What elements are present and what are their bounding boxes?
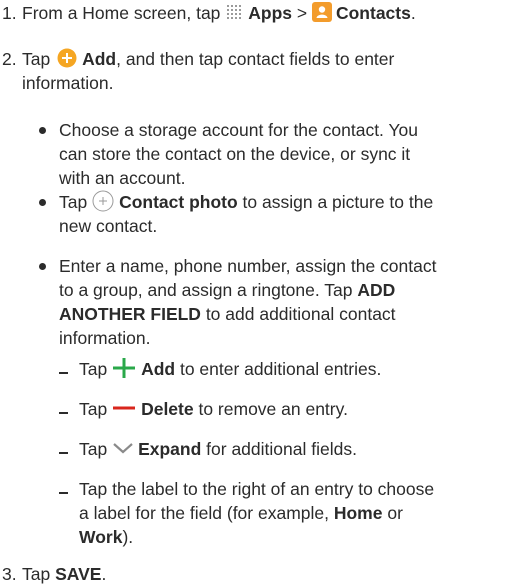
text: From a Home screen, tap [22,3,226,23]
bullet-dot [39,263,46,270]
add-photo-circle-icon [92,190,114,212]
minus-icon [112,398,136,418]
step-number: 2. [2,49,17,69]
text: to enter additional entries. [175,359,382,379]
text: Tap [22,564,56,584]
text: Tap [59,192,93,212]
step-text: From a Home screen, tap Apps > Contacts. [22,1,416,25]
add-keyword: ADD [357,280,396,300]
add-label: Add [141,359,176,379]
text-line: can store the contact on the device, or … [59,144,411,164]
chevron-down-icon [112,439,134,457]
text-line: Choose a storage account for the contact… [59,120,418,140]
home-keyword: Home [333,503,383,523]
plus-icon [112,357,136,379]
dash-marker [59,372,68,374]
text-line: Enter a name, phone number, assign the c… [59,256,437,276]
step-number: 1. [2,3,17,23]
dash-marker [59,452,68,454]
text-line: Tap Delete to remove an entry. [79,397,348,421]
text: Tap [79,399,113,419]
work-keyword: Work [79,527,123,547]
text-line: to a group, and assign a ringtone. Tap A… [59,278,395,302]
dash-marker [59,492,68,494]
step-text: Tap SAVE. [22,562,106,586]
another-field-keyword: ANOTHER FIELD [59,304,201,324]
text: or [382,503,403,523]
expand-label: Expand [138,439,202,459]
text-line: Tap the label to the right of an entry t… [79,479,435,499]
text-line: information. [59,328,151,348]
text: . [410,3,416,23]
text: Tap [79,439,113,459]
contact-photo-label: Contact photo [119,192,238,212]
step-text-line: information. [22,73,114,93]
delete-label: Delete [141,399,194,419]
text: ). [122,527,134,547]
add-circle-icon [57,48,77,68]
dash-marker [59,412,68,414]
text: for additional fields. [201,439,357,459]
text: to assign a picture to the [237,192,434,212]
contacts-app-icon [311,2,332,23]
text: to a group, and assign a ringtone. Tap [59,280,358,300]
text-line: ANOTHER FIELD to add additional contact [59,302,396,326]
text-line: Tap Expand for additional fields. [79,437,357,461]
text: . [101,564,107,584]
text: , and then tap contact fields to enter [116,49,395,69]
text-line: a label for the field (for example, Home… [79,501,403,525]
text-line: Tap Contact photo to assign a picture to… [59,190,433,214]
bullet-dot [39,199,46,206]
text: to add additional contact [200,304,396,324]
text-line: Tap Add to enter additional entries. [79,357,381,381]
instructions-page: 1. From a Home screen, tap Apps > Contac… [0,0,515,586]
text: to remove an entry. [193,399,348,419]
apps-label: Apps [248,3,293,23]
step-text: Tap Add, and then tap contact fields to … [22,47,394,71]
text: a label for the field (for example, [79,503,334,523]
save-keyword: SAVE [55,564,102,584]
text: Tap [22,49,56,69]
text-line: Work). [79,525,133,549]
contacts-label: Contacts [335,3,411,23]
step-number: 3. [2,564,17,584]
add-label: Add [82,49,117,69]
text-line: with an account. [59,168,186,188]
text-line: new contact. [59,216,158,236]
text: Tap [79,359,113,379]
bullet-dot [39,127,46,134]
text: > [292,3,312,23]
apps-grid-icon [225,3,245,21]
